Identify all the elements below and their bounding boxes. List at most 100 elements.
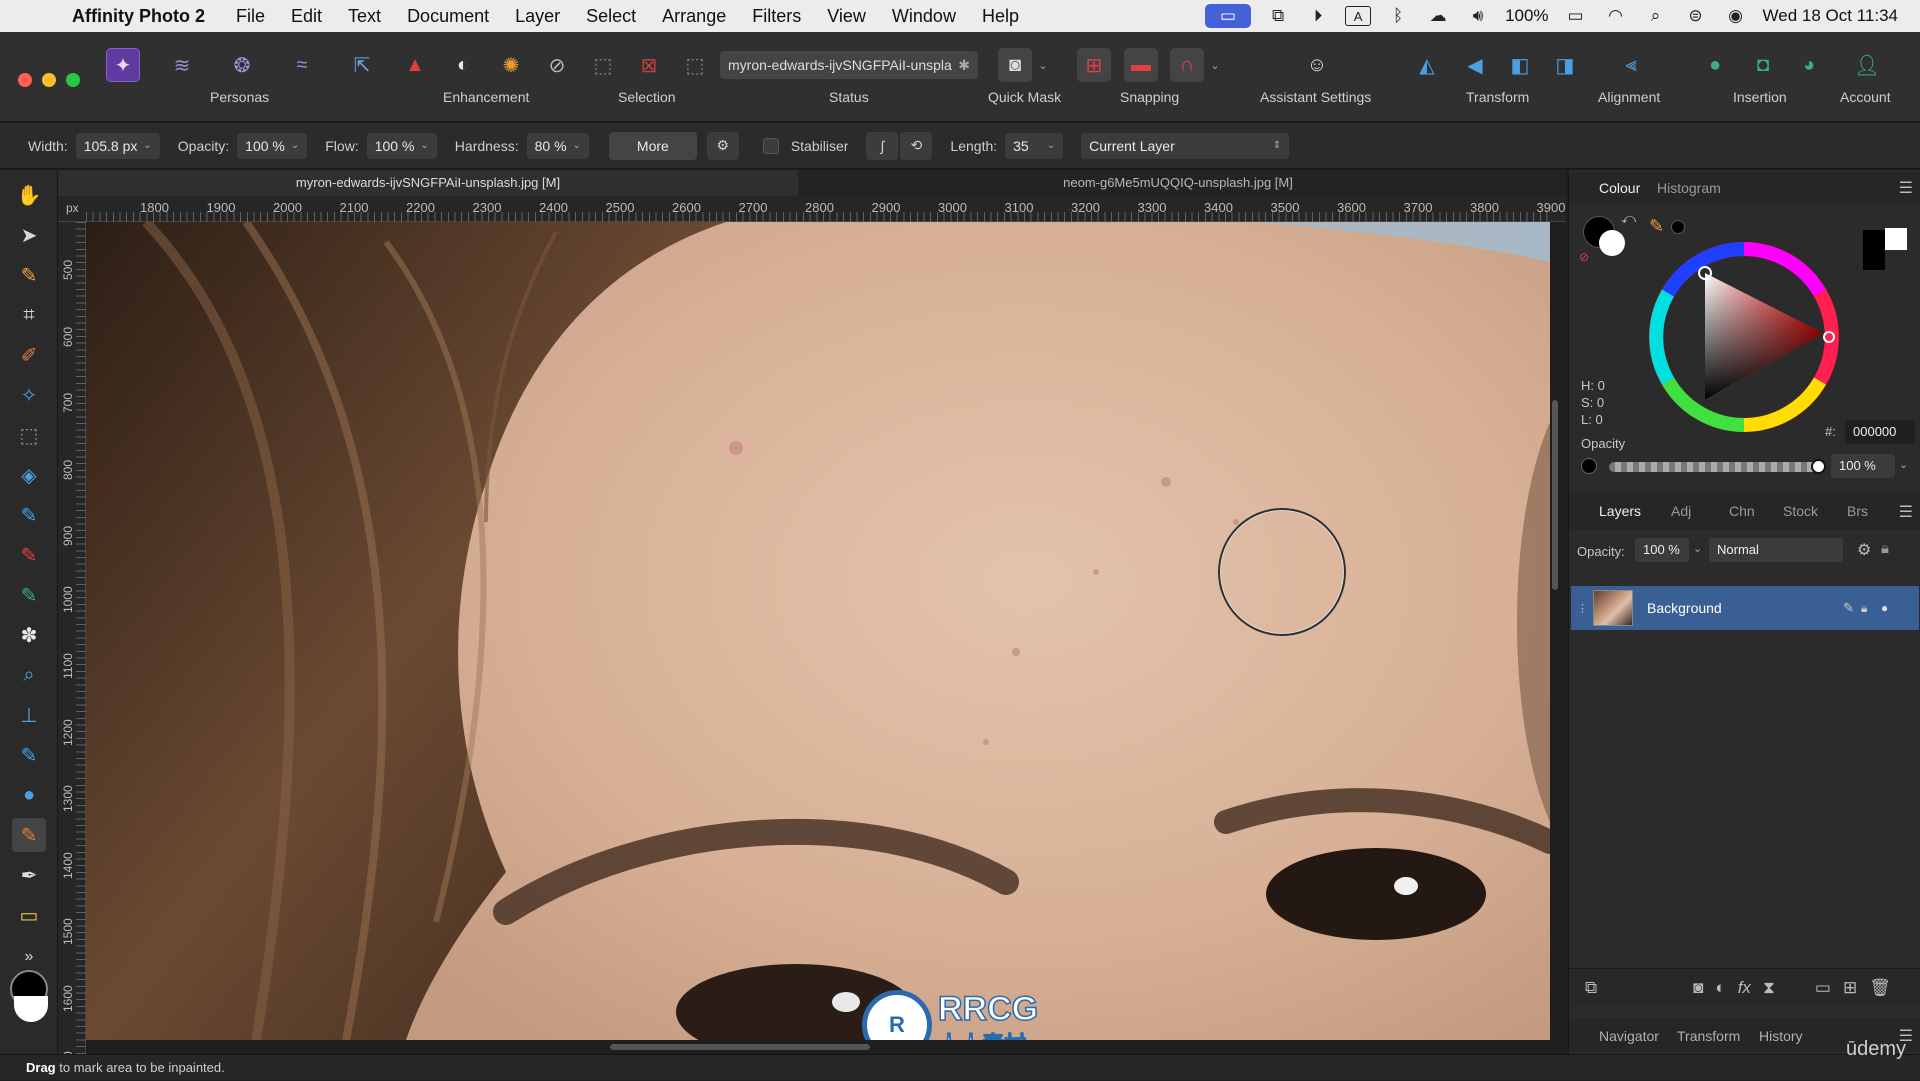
menu-filters[interactable]: Filters xyxy=(752,6,801,27)
auto-levels-icon[interactable]: ▲ xyxy=(398,48,432,82)
colour-opacity-slider[interactable] xyxy=(1609,462,1817,472)
rotate-left-icon[interactable]: ◧ xyxy=(1503,48,1537,82)
brush-settings-icon[interactable]: ⚙ xyxy=(706,131,739,160)
inpainting-brush-tool-icon[interactable]: ✎ xyxy=(12,818,46,852)
length-field[interactable]: 35 ⌄ xyxy=(1005,132,1064,159)
tab-channels[interactable]: Chn xyxy=(1729,503,1755,519)
menu-document[interactable]: Document xyxy=(407,6,489,27)
edit-layer-icon[interactable]: ✎ xyxy=(1843,600,1854,616)
account-icon[interactable]: 👤︎ xyxy=(1850,48,1884,82)
source-select[interactable]: Current Layer ⇕ xyxy=(1081,132,1290,159)
pen-tool-icon[interactable]: ✒ xyxy=(12,858,46,892)
chevron-down-icon[interactable]: ⌄ xyxy=(143,133,151,159)
snapping-dropdown-icon[interactable]: ⌄ xyxy=(1206,48,1224,82)
select-all-icon[interactable]: ⬚ xyxy=(586,48,620,82)
blend-mode-select[interactable]: Normal xyxy=(1709,538,1843,562)
layer-settings-icon[interactable]: ⚙ xyxy=(1857,540,1871,560)
menu-help[interactable]: Help xyxy=(982,6,1019,27)
quick-mask-icon[interactable]: ◙ xyxy=(998,48,1032,82)
menu-arrange[interactable]: Arrange xyxy=(662,6,726,27)
white-swatch[interactable] xyxy=(1885,228,1907,250)
menu-edit[interactable]: Edit xyxy=(291,6,322,27)
snapping-grid-icon[interactable]: ⊞ xyxy=(1077,48,1111,82)
chevron-down-icon[interactable]: ⌄ xyxy=(1693,542,1702,555)
lock-icon[interactable]: 🔒︎ xyxy=(1881,540,1889,557)
mask-layer-icon[interactable]: ◙ xyxy=(1693,978,1703,998)
alignment-icon[interactable]: ⫷ xyxy=(1614,48,1648,82)
snapping-options-icon[interactable]: ▬ xyxy=(1124,48,1158,82)
develop-persona-icon[interactable]: ❂ xyxy=(225,48,259,82)
screen-share-icon[interactable]: ▭ xyxy=(1205,4,1252,28)
adjustment-icon[interactable]: ◐ xyxy=(1715,978,1725,998)
chevron-down-icon[interactable]: ⌄ xyxy=(1047,133,1055,159)
marquee-tool-icon[interactable]: ⬚ xyxy=(12,418,46,452)
fx-icon[interactable]: fx xyxy=(1738,978,1751,998)
chevron-down-icon[interactable]: ⌄ xyxy=(573,133,581,159)
quick-mask-dropdown-icon[interactable]: ⌄ xyxy=(1034,48,1052,82)
insert-behind-icon[interactable]: ◘ xyxy=(1746,48,1780,82)
sharpen-tool-icon[interactable]: ● xyxy=(12,778,46,812)
colour-picker-icon[interactable]: ✎ xyxy=(1649,216,1664,237)
menu-text[interactable]: Text xyxy=(348,6,381,27)
invert-selection-icon[interactable]: ⬚ xyxy=(678,48,712,82)
colour-wheel[interactable] xyxy=(1647,240,1841,434)
add-pixel-layer-icon[interactable]: ⊞ xyxy=(1843,978,1857,998)
secondary-colour-swatch[interactable] xyxy=(1599,230,1625,256)
play-icon[interactable]: ⏵ xyxy=(1305,4,1331,28)
tab-adjustments[interactable]: Adj xyxy=(1671,503,1691,519)
document-tab-myron[interactable]: myron-edwards-ijvSNGFPAiI-unsplash.jpg [… xyxy=(58,170,798,196)
menu-view[interactable]: View xyxy=(827,6,866,27)
chevron-down-icon[interactable]: ⌄ xyxy=(291,133,299,159)
zoom-tool-icon[interactable]: ⌕ xyxy=(12,658,46,692)
tone-mapping-persona-icon[interactable]: ≈ xyxy=(285,48,319,82)
insert-above-icon[interactable]: ◕ xyxy=(1792,48,1826,82)
cloud-icon[interactable]: ☁ xyxy=(1425,4,1451,28)
siri-icon[interactable]: ◉ xyxy=(1723,4,1749,28)
control-center-icon[interactable]: ⊜ xyxy=(1683,4,1709,28)
liquify-persona-icon[interactable]: ≋ xyxy=(165,48,199,82)
group-layers-icon[interactable]: ▭ xyxy=(1815,978,1831,998)
tab-colour[interactable]: Colour xyxy=(1599,180,1640,196)
layer-opacity-field[interactable]: 100 % xyxy=(1635,538,1689,562)
wifi-icon[interactable]: ◠ xyxy=(1603,4,1629,28)
snapping-magnet-icon[interactable]: ∩ xyxy=(1170,48,1204,82)
layer-options-icon[interactable]: ⧉ xyxy=(1585,978,1597,998)
colour-opacity-thumb[interactable] xyxy=(1811,459,1826,474)
flow-field[interactable]: 100 % ⌄ xyxy=(366,132,437,159)
photo-persona-icon[interactable]: ✦ xyxy=(106,48,140,82)
gradient-tool-icon[interactable]: ✎ xyxy=(12,498,46,532)
width-field[interactable]: 105.8 px ⌄ xyxy=(75,132,160,159)
tab-history[interactable]: History xyxy=(1759,1028,1803,1044)
no-colour-icon[interactable]: ⊘ xyxy=(1579,250,1589,264)
rotate-right-icon[interactable]: ◨ xyxy=(1548,48,1582,82)
menu-layer[interactable]: Layer xyxy=(515,6,560,27)
auto-white-balance-icon[interactable]: ⊘ xyxy=(540,48,574,82)
auto-colour-icon[interactable]: ✺ xyxy=(494,48,528,82)
flood-select-tool-icon[interactable]: ✧ xyxy=(12,378,46,412)
more-button[interactable]: More xyxy=(608,131,697,160)
measure-tool-icon[interactable]: ▭ xyxy=(12,898,46,932)
document-tab-neom[interactable]: neom-g6Me5mUQQIQ-unsplash.jpg [M] xyxy=(798,170,1558,196)
color-picker-tool-icon[interactable]: ✎ xyxy=(12,258,46,292)
layer-row-background[interactable]: ⋮ Background ✎ 🔒︎ ● xyxy=(1571,586,1919,630)
flip-vertical-icon[interactable]: ◀ xyxy=(1458,48,1492,82)
clone-brush-tool-icon[interactable]: ⊥ xyxy=(12,698,46,732)
updown-icon[interactable]: ⇕ xyxy=(1273,133,1281,159)
delete-layer-icon[interactable]: 🗑︎ xyxy=(1869,978,1891,998)
horizontal-scrollbar[interactable] xyxy=(610,1044,870,1050)
selection-brush-tool-icon[interactable]: ✐ xyxy=(12,338,46,372)
tab-brushes[interactable]: Brs xyxy=(1847,503,1868,519)
document-canvas[interactable]: R RRCG 人人素材 xyxy=(86,222,1550,1040)
erase-brush-tool-icon[interactable]: ✎ xyxy=(12,578,46,612)
hex-input[interactable]: 000000 xyxy=(1845,420,1915,444)
screen-record-icon[interactable]: ⧉ xyxy=(1265,4,1291,28)
opacity-field[interactable]: 100 % ⌄ xyxy=(237,132,308,159)
panel-menu-icon[interactable]: ☰ xyxy=(1899,178,1913,198)
tab-stock[interactable]: Stock xyxy=(1783,503,1818,519)
tab-transform[interactable]: Transform xyxy=(1677,1028,1740,1044)
blur-brush-tool-icon[interactable]: ✎ xyxy=(12,738,46,772)
input-source-icon[interactable]: A xyxy=(1345,6,1372,26)
clock[interactable]: Wed 18 Oct 11:34 xyxy=(1763,6,1898,26)
hardness-field[interactable]: 80 % ⌄ xyxy=(526,132,589,159)
app-menu[interactable]: Affinity Photo 2 xyxy=(72,6,205,27)
